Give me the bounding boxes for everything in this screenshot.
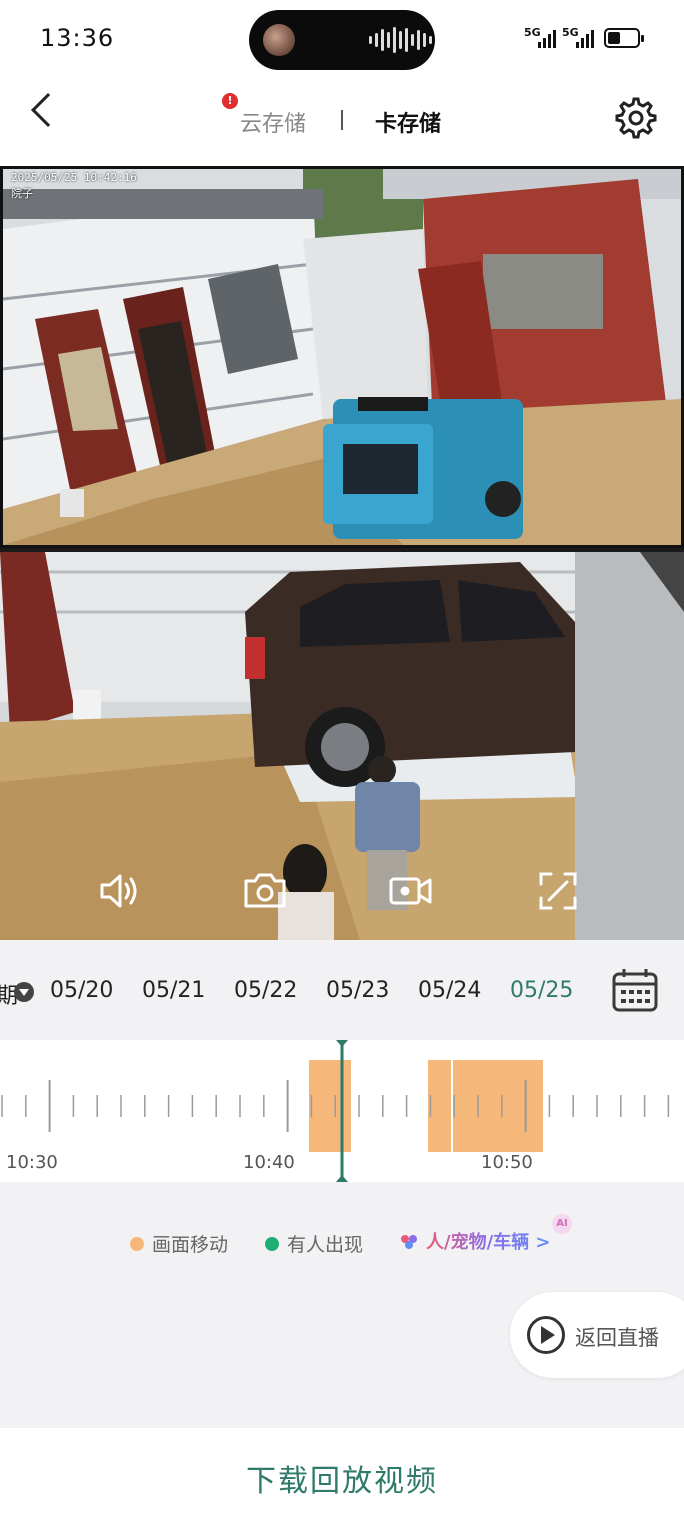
bottom-bar: 下载回放视频 [0,1428,684,1530]
calendar-button[interactable] [610,966,660,1016]
settings-button[interactable] [614,96,658,140]
back-to-live-label: 返回直播 [575,1326,659,1350]
date-selector: 期 05/20 05/21 05/22 05/23 05/24 05/25 [0,940,684,1040]
date-item[interactable]: 05/22 [234,978,297,1003]
header: ! 云存储 卡存储 [0,80,684,166]
status-bar: 13:36 5G 5G [0,0,684,80]
dynamic-island[interactable] [249,10,435,70]
timeline-label: 10:40 [243,1152,295,1173]
playback-timeline[interactable]: 10:30 10:40 10:50 [0,1040,684,1182]
chevron-down-icon[interactable] [14,982,34,1002]
gear-icon [615,97,657,139]
tab-divider [341,110,343,130]
ai-filter-link[interactable]: 人/宠物/车辆 > [426,1228,551,1254]
camera-icon [244,873,286,908]
legend-person[interactable]: 有人出现 [265,1230,363,1257]
timeline-track[interactable] [0,1040,684,1182]
legend-motion-label: 画面移动 [152,1234,229,1256]
multi-dot-icon [401,1235,417,1249]
legend-motion[interactable]: 画面移动 [130,1230,228,1257]
timeline-label: 10:50 [481,1152,533,1173]
tab-card-storage[interactable]: 卡存储 [375,106,441,138]
status-time: 13:36 [40,24,115,52]
calendar-icon [612,969,658,1012]
speaker-button[interactable] [94,866,144,916]
battery-icon [604,28,644,48]
date-item-active[interactable]: 05/25 [510,978,573,1003]
back-button[interactable] [22,92,66,136]
alert-badge: ! [222,93,238,109]
signal-icon-2 [576,28,594,48]
audio-wave-icon [369,26,432,54]
avatar [263,24,295,56]
ai-badge: AI [552,1214,572,1234]
snapshot-button[interactable] [240,866,290,916]
date-item[interactable]: 05/23 [326,978,389,1003]
fullscreen-icon [539,872,577,910]
camera-view-top: 2025/05/25 10:42:16 院子 [0,166,684,548]
playhead-bottom [336,1175,348,1182]
back-to-live-button[interactable]: 返回直播 [510,1292,684,1378]
date-item[interactable]: 05/21 [142,978,205,1003]
motion-dot [130,1236,144,1251]
osd-timestamp: 2025/05/25 10:42:16 [11,171,137,184]
date-item[interactable]: 05/24 [418,978,481,1003]
legend-area: 画面移动 有人出现 人/宠物/车辆 > AI 返回直播 [0,1182,684,1428]
chevron-left-icon [31,93,65,127]
legend-person-label: 有人出现 [287,1234,364,1256]
timeline-label: 10:30 [6,1152,58,1173]
date-item[interactable]: 05/20 [50,978,113,1003]
person-dot [265,1236,279,1251]
video-player[interactable]: 2025/05/25 10:42:16 院子 [0,166,684,940]
osd-camera-name: 院子 [11,187,33,200]
camera-scene-yard [3,169,681,545]
record-icon [389,877,432,905]
signal-icon [538,28,556,48]
fullscreen-button[interactable] [533,866,583,916]
speaker-icon [100,874,137,908]
play-icon [527,1316,565,1354]
record-button[interactable] [386,866,436,916]
event-segment [309,1060,351,1152]
download-playback-button[interactable]: 下载回放视频 [0,1456,684,1500]
playhead-top [336,1040,348,1047]
tab-cloud-storage[interactable]: 云存储 [240,106,306,138]
